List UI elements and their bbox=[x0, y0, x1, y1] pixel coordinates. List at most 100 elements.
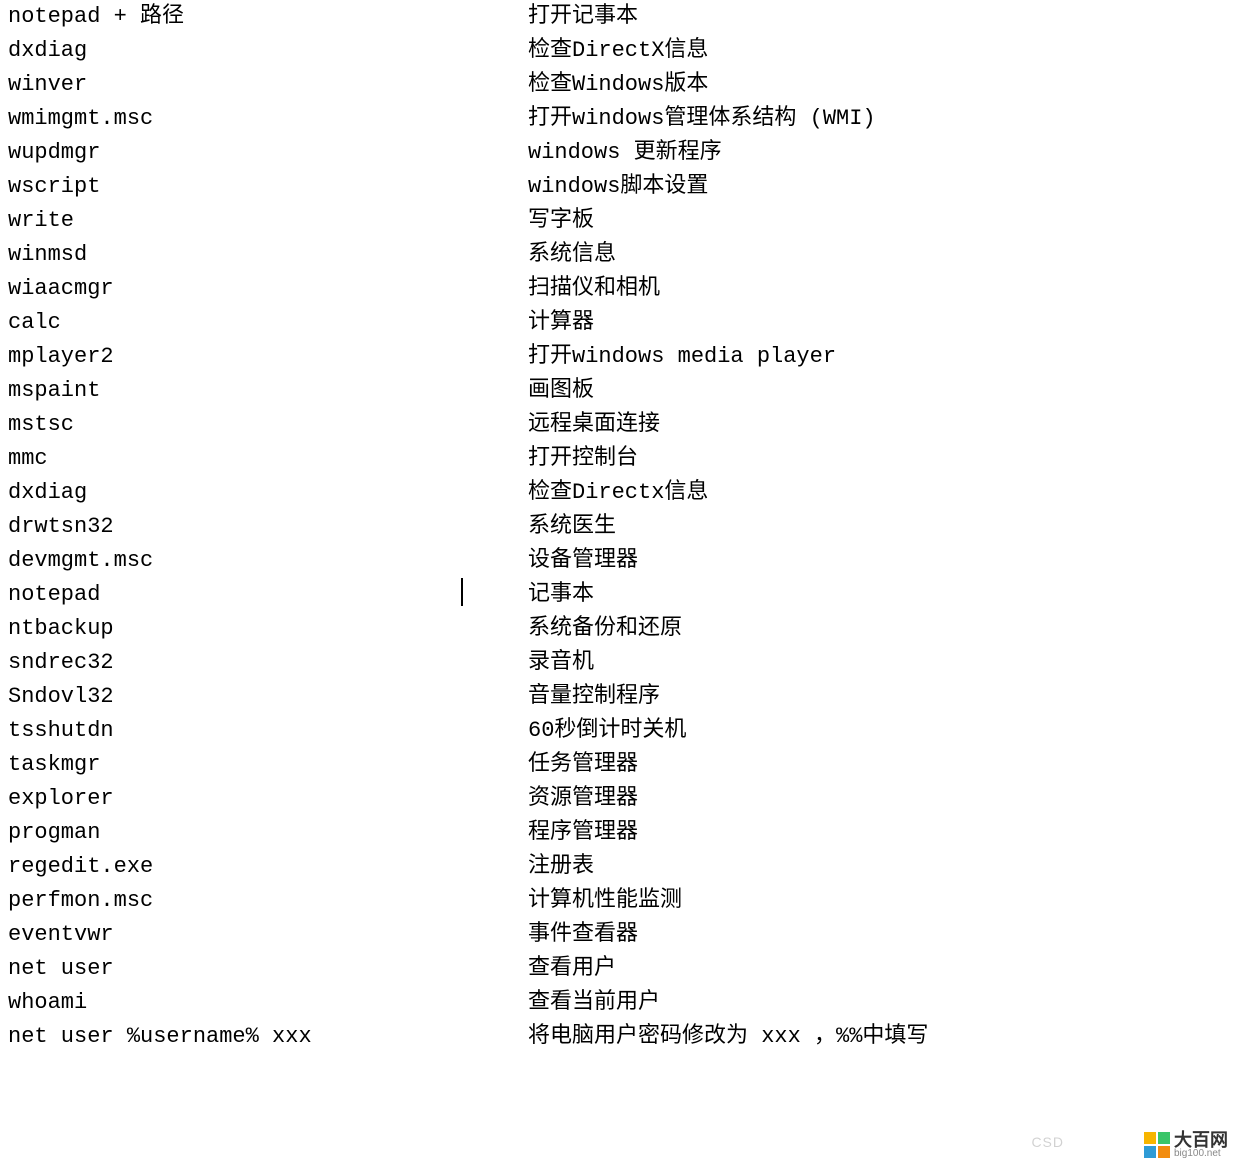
command-row: dxdiag检查DirectX信息 bbox=[8, 34, 1226, 68]
command-text: tsshutdn bbox=[8, 714, 528, 748]
command-description: 检查DirectX信息 bbox=[528, 34, 1226, 68]
command-text: wscript bbox=[8, 170, 528, 204]
command-description: 写字板 bbox=[528, 204, 1226, 238]
command-text: mstsc bbox=[8, 408, 528, 442]
command-text: mplayer2 bbox=[8, 340, 528, 374]
command-text: notepad + 路径 bbox=[8, 0, 528, 34]
command-text: wiaacmgr bbox=[8, 272, 528, 306]
command-text: eventvwr bbox=[8, 918, 528, 952]
command-text: winver bbox=[8, 68, 528, 102]
command-row: regedit.exe注册表 bbox=[8, 850, 1226, 884]
command-row: whoami查看当前用户 bbox=[8, 986, 1226, 1020]
command-row: net user %username% xxx将电脑用户密码修改为 xxx ，%… bbox=[8, 1020, 1226, 1054]
command-description: 资源管理器 bbox=[528, 782, 1226, 816]
command-row: ntbackup系统备份和还原 bbox=[8, 612, 1226, 646]
command-description: 画图板 bbox=[528, 374, 1226, 408]
command-row: notepad + 路径打开记事本 bbox=[8, 0, 1226, 34]
command-description: 系统信息 bbox=[528, 238, 1226, 272]
command-row: notepad记事本 bbox=[8, 578, 1226, 612]
command-row: perfmon.msc计算机性能监测 bbox=[8, 884, 1226, 918]
command-text: dxdiag bbox=[8, 34, 528, 68]
command-text: drwtsn32 bbox=[8, 510, 528, 544]
command-text: whoami bbox=[8, 986, 528, 1020]
command-description: 系统医生 bbox=[528, 510, 1226, 544]
command-description: 打开记事本 bbox=[528, 0, 1226, 34]
command-description: 记事本 bbox=[528, 578, 1226, 612]
command-text: winmsd bbox=[8, 238, 528, 272]
command-row: wiaacmgr扫描仪和相机 bbox=[8, 272, 1226, 306]
command-row: winver检查Windows版本 bbox=[8, 68, 1226, 102]
command-description: 打开控制台 bbox=[528, 442, 1226, 476]
command-description: 查看当前用户 bbox=[528, 986, 1226, 1020]
command-text: wmimgmt.msc bbox=[8, 102, 528, 136]
command-text: regedit.exe bbox=[8, 850, 528, 884]
command-description: 任务管理器 bbox=[528, 748, 1226, 782]
logo-subtext: big100.net bbox=[1174, 1149, 1228, 1159]
command-description: 音量控制程序 bbox=[528, 680, 1226, 714]
command-row: devmgmt.msc设备管理器 bbox=[8, 544, 1226, 578]
command-description: 60秒倒计时关机 bbox=[528, 714, 1226, 748]
command-text: mspaint bbox=[8, 374, 528, 408]
command-description: 计算机性能监测 bbox=[528, 884, 1226, 918]
command-text: write bbox=[8, 204, 528, 238]
command-description: 扫描仪和相机 bbox=[528, 272, 1226, 306]
command-row: mspaint画图板 bbox=[8, 374, 1226, 408]
command-list: notepad + 路径打开记事本dxdiag检查DirectX信息winver… bbox=[8, 0, 1226, 1054]
command-description: 系统备份和还原 bbox=[528, 612, 1226, 646]
command-text: calc bbox=[8, 306, 528, 340]
command-text: explorer bbox=[8, 782, 528, 816]
command-text: ntbackup bbox=[8, 612, 528, 646]
command-row: tsshutdn60秒倒计时关机 bbox=[8, 714, 1226, 748]
command-row: dxdiag检查Directx信息 bbox=[8, 476, 1226, 510]
csd-watermark: CSD bbox=[1031, 1125, 1064, 1159]
site-watermark: 大百网 big100.net bbox=[1144, 1131, 1228, 1159]
command-text: notepad bbox=[8, 578, 528, 612]
command-row: wscriptwindows脚本设置 bbox=[8, 170, 1226, 204]
command-description: 打开windows media player bbox=[528, 340, 1226, 374]
command-description: 录音机 bbox=[528, 646, 1226, 680]
command-description: 程序管理器 bbox=[528, 816, 1226, 850]
command-row: mstsc远程桌面连接 bbox=[8, 408, 1226, 442]
logo-icon bbox=[1144, 1132, 1170, 1158]
command-row: write写字板 bbox=[8, 204, 1226, 238]
command-row: calc计算器 bbox=[8, 306, 1226, 340]
command-row: taskmgr任务管理器 bbox=[8, 748, 1226, 782]
command-row: mplayer2打开windows media player bbox=[8, 340, 1226, 374]
command-text: mmc bbox=[8, 442, 528, 476]
command-description: 计算器 bbox=[528, 306, 1226, 340]
command-description: 设备管理器 bbox=[528, 544, 1226, 578]
command-text: sndrec32 bbox=[8, 646, 528, 680]
command-description: 事件查看器 bbox=[528, 918, 1226, 952]
command-row: wupdmgrwindows 更新程序 bbox=[8, 136, 1226, 170]
command-text: taskmgr bbox=[8, 748, 528, 782]
command-row: wmimgmt.msc打开windows管理体系结构 (WMI) bbox=[8, 102, 1226, 136]
command-description: 将电脑用户密码修改为 xxx ，%%中填写 bbox=[528, 1020, 1226, 1054]
command-row: eventvwr事件查看器 bbox=[8, 918, 1226, 952]
logo-text: 大百网 bbox=[1174, 1131, 1228, 1149]
command-row: mmc打开控制台 bbox=[8, 442, 1226, 476]
command-row: winmsd系统信息 bbox=[8, 238, 1226, 272]
command-row: explorer资源管理器 bbox=[8, 782, 1226, 816]
command-description: windows 更新程序 bbox=[528, 136, 1226, 170]
command-description: 注册表 bbox=[528, 850, 1226, 884]
command-description: 远程桌面连接 bbox=[528, 408, 1226, 442]
command-text: wupdmgr bbox=[8, 136, 528, 170]
command-row: progman程序管理器 bbox=[8, 816, 1226, 850]
command-row: net user查看用户 bbox=[8, 952, 1226, 986]
command-description: 打开windows管理体系结构 (WMI) bbox=[528, 102, 1226, 136]
command-description: 查看用户 bbox=[528, 952, 1226, 986]
command-description: windows脚本设置 bbox=[528, 170, 1226, 204]
command-row: sndrec32录音机 bbox=[8, 646, 1226, 680]
command-row: Sndovl32音量控制程序 bbox=[8, 680, 1226, 714]
text-cursor bbox=[461, 578, 463, 606]
command-description: 检查Windows版本 bbox=[528, 68, 1226, 102]
command-text: net user bbox=[8, 952, 528, 986]
command-text: perfmon.msc bbox=[8, 884, 528, 918]
command-text: Sndovl32 bbox=[8, 680, 528, 714]
command-description: 检查Directx信息 bbox=[528, 476, 1226, 510]
command-text: progman bbox=[8, 816, 528, 850]
command-text: devmgmt.msc bbox=[8, 544, 528, 578]
command-row: drwtsn32系统医生 bbox=[8, 510, 1226, 544]
command-text: dxdiag bbox=[8, 476, 528, 510]
command-text: net user %username% xxx bbox=[8, 1020, 528, 1054]
